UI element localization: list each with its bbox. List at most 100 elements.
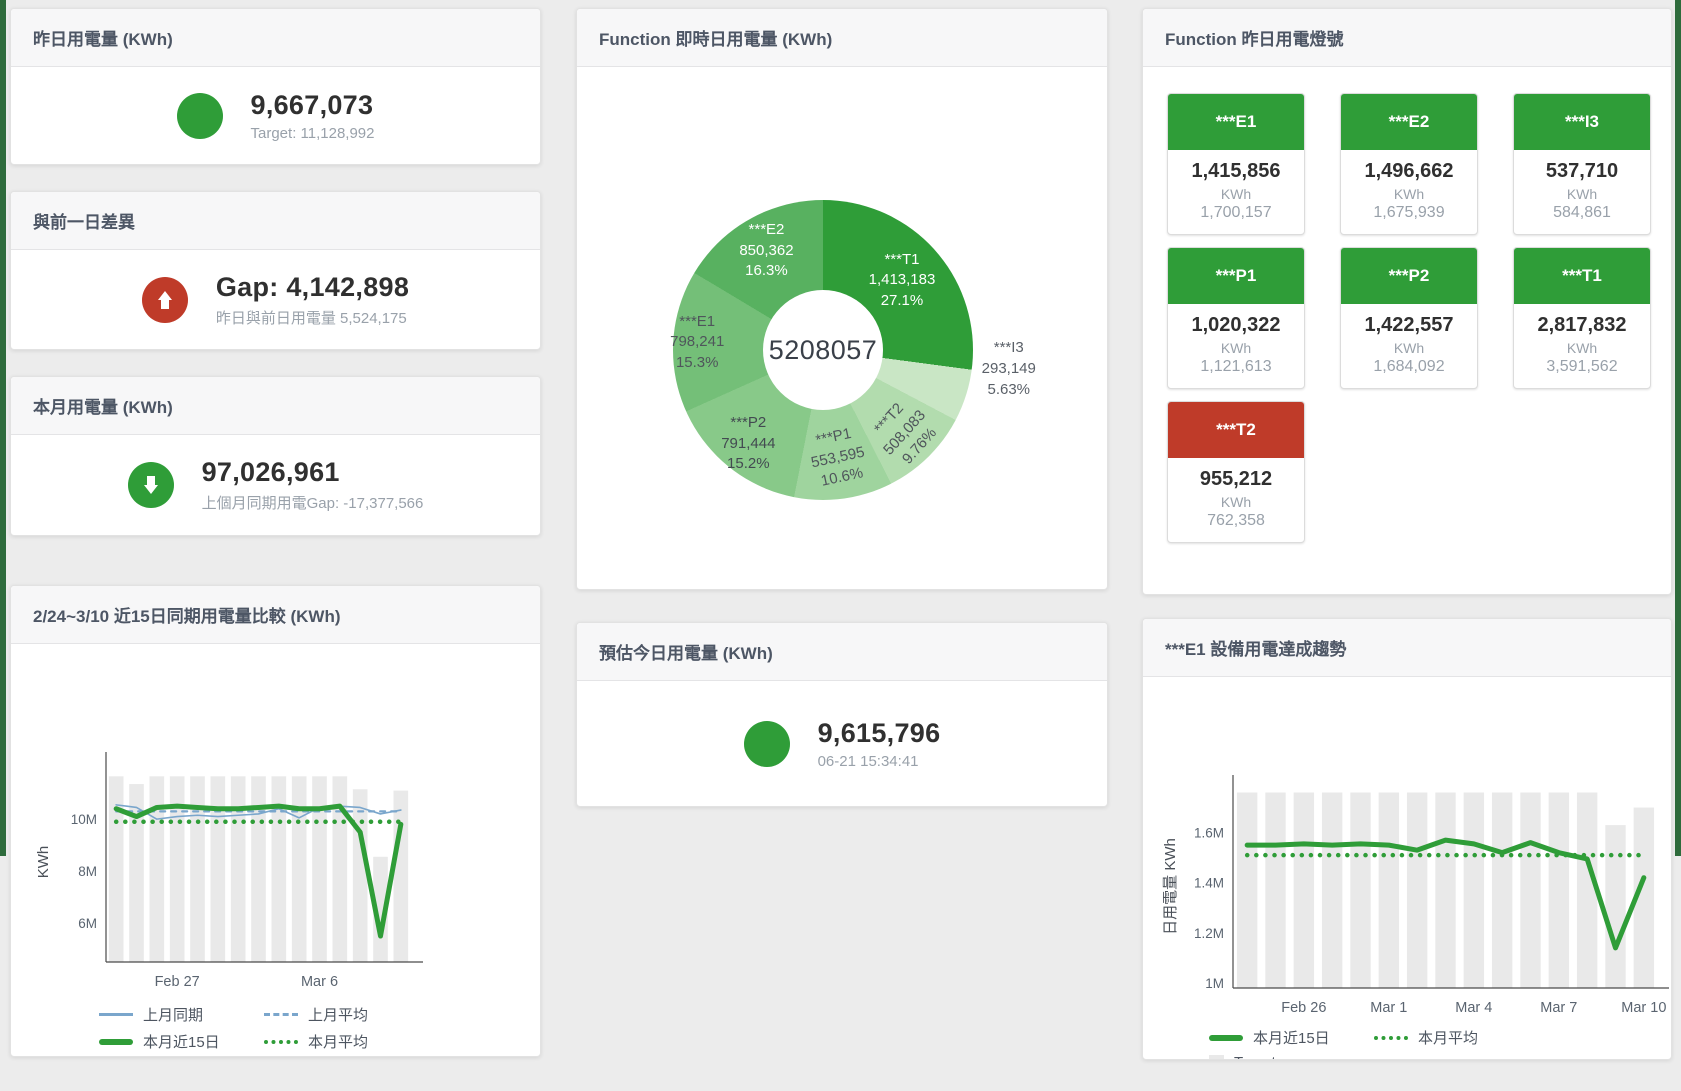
donut-slice-label: ***P2791,44415.2% xyxy=(721,413,775,475)
light-tile-unit: KWh xyxy=(1518,340,1646,356)
panel-yesterday-title-text: 昨日用電量 (KWh) xyxy=(33,30,173,49)
realtime-donut-chart: 5208057***T11,413,18327.1% ***I3293,1495.… xyxy=(577,67,1107,589)
light-tile-name: ***T1 xyxy=(1514,248,1650,304)
light-tile-body: 1,496,662KWh1,675,939 xyxy=(1341,150,1477,234)
panel-lights-title-text: Function 昨日用電燈號 xyxy=(1165,30,1343,49)
light-tile-gap: 1,675,939 xyxy=(1345,204,1473,222)
svg-text:6M: 6M xyxy=(78,916,97,931)
svg-text:1.2M: 1.2M xyxy=(1194,926,1224,941)
legend-item[interactable]: 本月近15日 xyxy=(99,1031,264,1052)
legend-swatch-thick-icon xyxy=(99,1039,133,1045)
legend-item[interactable]: 本月平均 xyxy=(1374,1027,1539,1048)
legend-item[interactable]: 本月近15日 xyxy=(1209,1027,1374,1048)
legend-label: 本月平均 xyxy=(1418,1027,1478,1048)
svg-text:Feb 27: Feb 27 xyxy=(155,974,200,990)
panel-yesterday-usage: 昨日用電量 (KWh) 9,667,073 Target: 11,128,992 xyxy=(10,8,541,165)
arrow-up-icon xyxy=(158,291,172,309)
month-stat-text: 97,026,961 上個月同期用電Gap: -17,377,566 xyxy=(202,457,424,513)
gap-stat-text: Gap: 4,142,898 昨日與前日用電量 5,524,175 xyxy=(216,272,409,328)
light-tile-gap: 584,861 xyxy=(1518,204,1646,222)
compare15-chart: 6M8M10MFeb 27Mar 6KWh上月同期上月平均本月近15日本月平均T… xyxy=(11,644,540,1056)
svg-text:Mar 6: Mar 6 xyxy=(301,974,338,990)
legend-label: 本月近15日 xyxy=(1253,1027,1330,1048)
panel-trend-title-text: ***E1 設備用電達成趨勢 xyxy=(1165,640,1346,659)
svg-text:Mar 10: Mar 10 xyxy=(1621,1000,1666,1016)
light-tile-gap: 762,358 xyxy=(1172,512,1300,530)
svg-text:1M: 1M xyxy=(1205,976,1224,991)
svg-text:Feb 26: Feb 26 xyxy=(1281,1000,1326,1016)
gap-status-circle-icon xyxy=(142,277,188,323)
legend-swatch-dash-icon xyxy=(264,1013,298,1016)
panel-month-usage: 本月用電量 (KWh) 97,026,961 上個月同期用電Gap: -17,3… xyxy=(10,376,541,536)
svg-text:Mar 7: Mar 7 xyxy=(1540,1000,1577,1016)
frame-left-stripe xyxy=(0,0,6,856)
light-tile: ***E11,415,856KWh1,700,157 xyxy=(1167,93,1305,235)
panel-donut-title-text: Function 即時日用電量 (KWh) xyxy=(599,30,832,49)
light-tile-body: 1,422,557KWh1,684,092 xyxy=(1341,304,1477,388)
legend-item[interactable]: 上月同期 xyxy=(99,1004,264,1025)
yesterday-status-circle-icon xyxy=(177,93,223,139)
svg-text:8M: 8M xyxy=(78,864,97,879)
svg-text:日用電量 KWh: 日用電量 KWh xyxy=(1162,838,1179,935)
panel-lights-title: Function 昨日用電燈號 xyxy=(1143,9,1671,67)
panel-month-title: 本月用電量 (KWh) xyxy=(11,377,540,435)
lights-body: ***E11,415,856KWh1,700,157***E21,496,662… xyxy=(1143,67,1671,594)
light-tile: ***T2 955,212 KWh 762,358 xyxy=(1167,401,1305,543)
light-tile-value: 1,415,856 xyxy=(1172,160,1300,183)
legend-label: 本月平均 xyxy=(308,1031,368,1052)
legend-item[interactable]: 上月平均 xyxy=(264,1004,429,1025)
light-tile-name: ***P1 xyxy=(1168,248,1304,304)
legend-item[interactable]: Target xyxy=(1209,1054,1374,1059)
light-tile: ***P11,020,322KWh1,121,613 xyxy=(1167,247,1305,389)
legend-swatch-line-icon xyxy=(99,1013,133,1016)
legend-swatch-dots-icon xyxy=(264,1040,298,1044)
donut-slice-label: ***T11,413,18327.1% xyxy=(869,250,936,312)
lights-grid: ***E11,415,856KWh1,700,157***E21,496,662… xyxy=(1143,67,1671,543)
light-tile-name: ***E1 xyxy=(1168,94,1304,150)
gap-stat: Gap: 4,142,898 昨日與前日用電量 5,524,175 xyxy=(11,250,540,349)
yesterday-value: 9,667,073 xyxy=(251,90,375,121)
estimate-stat: 9,615,796 06-21 15:34:41 xyxy=(577,681,1107,806)
e1-trend-chart: 1M 1.2M 1.4M 1.6M Feb 26 Mar 1 Mar 4 Mar 7 Mar 1… xyxy=(1143,677,1671,1059)
light-tile-value: 2,817,832 xyxy=(1518,314,1646,337)
month-subtext: 上個月同期用電Gap: -17,377,566 xyxy=(202,492,424,513)
light-tile: ***P21,422,557KWh1,684,092 xyxy=(1340,247,1478,389)
light-tile-value: 1,020,322 xyxy=(1172,314,1300,337)
compare15-svg: 6M8M10MFeb 27Mar 6KWh xyxy=(11,644,540,994)
light-tile-unit: KWh xyxy=(1345,340,1473,356)
panel-gap-title: 與前一日差異 xyxy=(11,192,540,250)
light-tile-value: 955,212 xyxy=(1172,468,1300,491)
light-tile-name: ***P2 xyxy=(1341,248,1477,304)
gap-subtext: 昨日與前日用電量 5,524,175 xyxy=(216,307,409,328)
panel-e1-trend: ***E1 設備用電達成趨勢 1M 1.2M 1.4M 1.6M Feb 26 Mar 1… xyxy=(1142,618,1672,1060)
e1trend-svg: 1M 1.2M 1.4M 1.6M Feb 26 Mar 1 Mar 4 Mar 7 Mar 1… xyxy=(1143,677,1671,1017)
svg-text:1.6M: 1.6M xyxy=(1194,826,1224,841)
svg-text:Mar 4: Mar 4 xyxy=(1455,1000,1492,1016)
month-stat: 97,026,961 上個月同期用電Gap: -17,377,566 xyxy=(11,435,540,535)
e1trend-legend: 本月近15日 本月平均 Target xyxy=(1143,1024,1569,1059)
donut-slice-label: ***I3293,1495.63% xyxy=(982,338,1036,400)
light-tile-name: ***I3 xyxy=(1514,94,1650,150)
estimate-stat-text: 9,615,796 06-21 15:34:41 xyxy=(818,718,941,770)
yesterday-target: Target: 11,128,992 xyxy=(251,125,375,142)
light-tile-unit: KWh xyxy=(1172,494,1300,510)
panel-trend-title: ***E1 設備用電達成趨勢 xyxy=(1143,619,1671,677)
panel-donut-title: Function 即時日用電量 (KWh) xyxy=(577,9,1107,67)
panel-compare-15days: 2/24~3/10 近15日同期用電量比較 (KWh) 6M8M10MFeb 2… xyxy=(10,585,541,1057)
panel-yesterday-lights: Function 昨日用電燈號 ***E11,415,856KWh1,700,1… xyxy=(1142,8,1672,595)
light-tile-unit: KWh xyxy=(1518,186,1646,202)
svg-text:1.4M: 1.4M xyxy=(1194,876,1224,891)
light-tile-name: ***T2 xyxy=(1168,402,1304,458)
donut-center-value: 5208057 xyxy=(763,290,883,410)
legend-label: Target xyxy=(1234,1054,1276,1059)
gap-value: Gap: 4,142,898 xyxy=(216,272,409,303)
panel-compare-title: 2/24~3/10 近15日同期用電量比較 (KWh) xyxy=(11,586,540,644)
light-tile-body: 2,817,832 KWh 3,591,562 xyxy=(1514,304,1650,388)
light-tile-gap: 3,591,562 xyxy=(1518,358,1646,376)
light-tile-value: 1,422,557 xyxy=(1345,314,1473,337)
legend-item[interactable]: 本月平均 xyxy=(264,1031,429,1052)
month-status-circle-icon xyxy=(128,462,174,508)
month-value: 97,026,961 xyxy=(202,457,424,488)
light-tile-body: 1,415,856KWh1,700,157 xyxy=(1168,150,1304,234)
svg-text:Mar 1: Mar 1 xyxy=(1370,1000,1407,1016)
